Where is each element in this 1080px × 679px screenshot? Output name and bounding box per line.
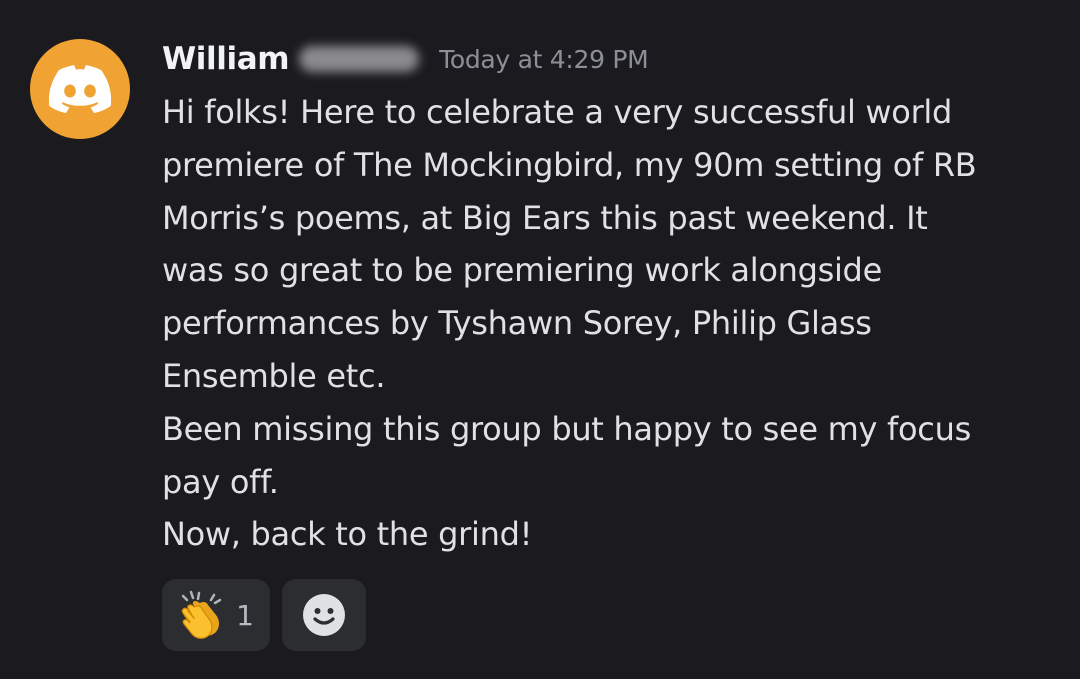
message-line: pay off. — [162, 462, 279, 501]
message-line: Been missing this group but happy to see… — [162, 409, 971, 448]
clapping-hands-icon — [181, 590, 222, 639]
message-line: was so great to be premiering work along… — [162, 251, 882, 290]
add-reaction-button[interactable] — [282, 579, 366, 651]
message-line: premiere of The Mockingbird, my 90m sett… — [162, 145, 977, 184]
message-header: William Today at 4:29 PM — [162, 36, 649, 82]
message-content: Hi folks! Here to celebrate a very succe… — [162, 86, 1062, 561]
message-line: Now, back to the grind! — [162, 515, 533, 554]
redacted-surname — [299, 46, 420, 72]
author-name[interactable]: William — [162, 41, 290, 77]
reaction-bar: 1 — [162, 579, 366, 651]
message-line: Hi folks! Here to celebrate a very succe… — [162, 93, 953, 131]
add-reaction-smiley-icon — [303, 594, 345, 636]
message-line: Morris’s poems, at Big Ears this past we… — [162, 198, 928, 237]
message-line: performances by Tyshawn Sorey, Philip Gl… — [162, 304, 872, 343]
discord-logo-icon — [49, 65, 111, 113]
message-timestamp: Today at 4:29 PM — [439, 44, 649, 74]
reaction-count: 1 — [236, 598, 254, 632]
message-line: Ensemble etc. — [162, 356, 386, 395]
clap-reaction-button[interactable]: 1 — [162, 579, 270, 651]
avatar[interactable] — [30, 39, 130, 139]
